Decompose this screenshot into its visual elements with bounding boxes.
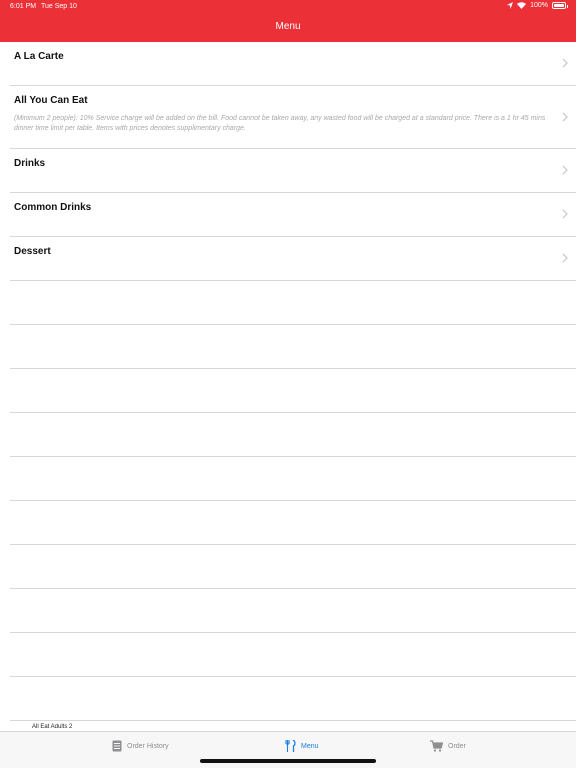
battery-icon <box>552 2 568 9</box>
order-history-icon <box>112 740 122 752</box>
empty-row <box>10 457 576 501</box>
status-date: Tue Sep 10 <box>41 3 77 10</box>
menu-row-title: Common Drinks <box>14 202 92 213</box>
location-icon <box>507 2 514 9</box>
empty-row <box>10 281 576 325</box>
page-title: Menu <box>275 21 301 32</box>
empty-row <box>10 589 576 633</box>
empty-row <box>10 633 576 677</box>
tab-menu[interactable]: Menu <box>285 740 319 752</box>
menu-row-title: All You Can Eat <box>14 95 88 106</box>
menu-row-title: A La Carte <box>14 51 64 62</box>
tab-label: Order History <box>127 742 169 750</box>
empty-row <box>10 325 576 369</box>
menu-row-a-la-carte[interactable]: A La Carte <box>10 42 576 86</box>
battery-percent: 100% <box>530 2 548 9</box>
tab-label: Menu <box>301 742 319 750</box>
chevron-right-icon <box>562 112 568 122</box>
menu-row-common-drinks[interactable]: Common Drinks <box>10 193 576 237</box>
order-summary-note: All Eat Adults 2 <box>32 724 73 730</box>
menu-row-title: Drinks <box>14 158 46 169</box>
nav-header: 6:01 PM Tue Sep 10 100% Menu <box>0 0 576 42</box>
fork-knife-icon <box>285 740 296 752</box>
status-time: 6:01 PM <box>10 3 37 10</box>
chevron-right-icon <box>562 209 568 219</box>
empty-row <box>10 369 576 413</box>
menu-row-dessert[interactable]: Dessert <box>10 237 576 281</box>
empty-row <box>10 501 576 545</box>
cart-icon <box>430 740 443 752</box>
wifi-icon <box>517 2 527 9</box>
tab-label: Order <box>448 742 466 750</box>
status-indicators: 100% <box>507 2 568 9</box>
home-indicator[interactable] <box>200 759 376 763</box>
empty-row <box>10 413 576 457</box>
status-bar: 6:01 PM Tue Sep 10 100% <box>0 0 576 14</box>
menu-list: A La Carte All You Can Eat (Minimum 2 pe… <box>0 42 576 721</box>
chevron-right-icon <box>562 253 568 263</box>
menu-row-all-you-can-eat[interactable]: All You Can Eat (Minimum 2 people): 10% … <box>10 86 576 149</box>
menu-row-drinks[interactable]: Drinks <box>10 149 576 193</box>
empty-row <box>10 677 576 721</box>
menu-row-title: Dessert <box>14 246 51 257</box>
empty-row <box>10 545 576 589</box>
menu-row-description: (Minimum 2 people): 10% Service charge w… <box>14 115 546 132</box>
chevron-right-icon <box>562 165 568 175</box>
tab-order-history[interactable]: Order History <box>112 740 169 752</box>
chevron-right-icon <box>562 58 568 68</box>
tab-order[interactable]: Order <box>430 740 466 752</box>
